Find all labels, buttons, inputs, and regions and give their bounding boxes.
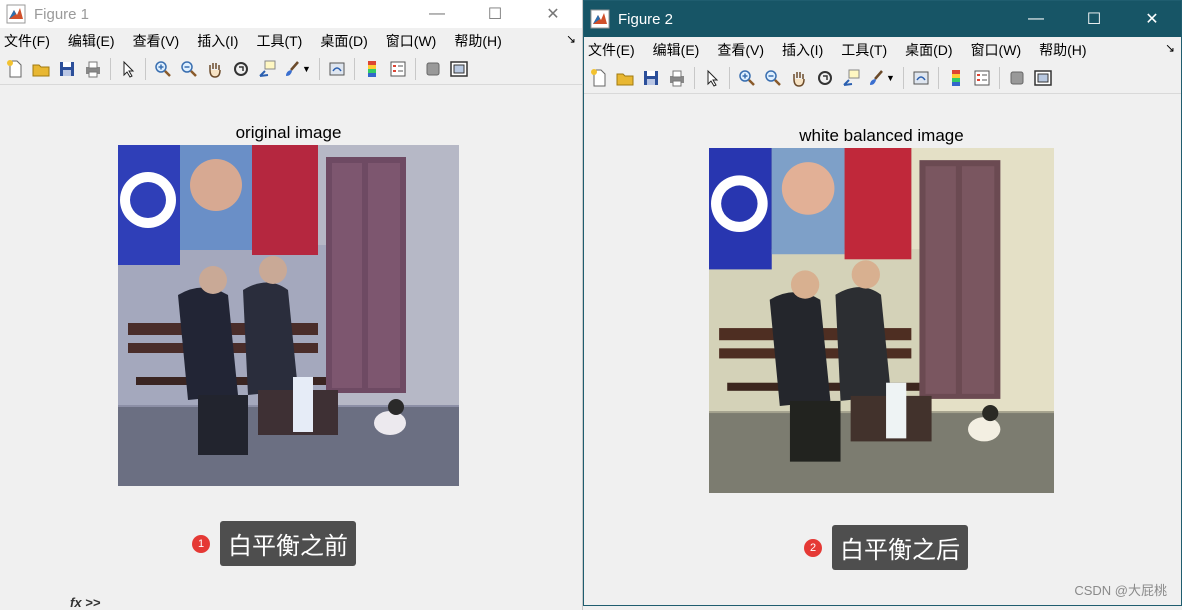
menu-help[interactable]: 帮助(H) (1030, 40, 1095, 60)
link-plot-icon[interactable] (324, 56, 350, 82)
axes-title: white balanced image (799, 126, 964, 145)
menu-view[interactable]: 查看(V) (124, 31, 189, 51)
menu-file[interactable]: 文件(F) (0, 31, 59, 51)
toolbar-separator (902, 67, 904, 89)
menu-view[interactable]: 查看(V) (708, 40, 773, 60)
new-figure-icon[interactable] (2, 56, 28, 82)
menu-dock-arrow-icon[interactable]: ↘ (566, 32, 576, 46)
hide-plot-tools-icon[interactable] (1004, 65, 1030, 91)
axes-title: original image (235, 123, 342, 142)
window-title: Figure 2 (618, 10, 674, 28)
zoom-in-icon[interactable] (734, 65, 760, 91)
data-cursor-icon[interactable] (254, 56, 280, 82)
toolbar-separator (145, 58, 146, 80)
save-icon[interactable] (638, 65, 664, 91)
toolbar: ▼ (584, 63, 1181, 94)
menubar: 文件(E) 编辑(E) 查看(V) 插入(I) 工具(T) 桌面(D) 窗口(W… (584, 37, 1181, 63)
open-file-icon[interactable] (28, 56, 54, 82)
new-figure-icon[interactable] (586, 65, 612, 91)
matlab-icon (6, 4, 26, 24)
menu-edit[interactable]: 编辑(E) (59, 31, 124, 51)
legend-icon[interactable] (385, 56, 411, 82)
menu-edit[interactable]: 编辑(E) (644, 40, 709, 60)
white-balanced-image (709, 148, 1054, 493)
print-icon[interactable] (664, 65, 690, 91)
menu-window[interactable]: 窗口(W) (377, 31, 446, 51)
colorbar-icon[interactable] (943, 65, 969, 91)
rotate-3d-icon[interactable] (812, 65, 838, 91)
step-badge: 1 (192, 534, 210, 553)
figure-2-titlebar[interactable]: Figure 2 — ☐ ✕ (584, 1, 1181, 37)
original-image (118, 145, 459, 486)
street-photo-original (118, 145, 459, 486)
colorbar-icon[interactable] (359, 56, 385, 82)
menu-help[interactable]: 帮助(H) (445, 31, 510, 51)
toolbar: ▼ (0, 54, 582, 85)
menu-insert[interactable]: 插入(I) (188, 31, 247, 51)
command-prompt: fx >> (70, 595, 101, 610)
toolbar-separator (414, 58, 416, 80)
menu-tools[interactable]: 工具(T) (832, 40, 896, 60)
rotate-3d-icon[interactable] (228, 56, 254, 82)
toolbar-separator (318, 58, 320, 80)
toolbar-separator (937, 67, 939, 89)
menu-file[interactable]: 文件(E) (584, 40, 644, 60)
menu-desktop[interactable]: 桌面(D) (311, 31, 376, 51)
minimize-button[interactable]: — (408, 0, 466, 28)
figure-2-window: Figure 2 — ☐ ✕ 文件(E) 编辑(E) 查看(V) 插入(I) 工… (583, 0, 1182, 606)
street-photo-balanced (709, 148, 1054, 493)
zoom-out-icon[interactable] (176, 56, 202, 82)
menubar: 文件(F) 编辑(E) 查看(V) 插入(I) 工具(T) 桌面(D) 窗口(W… (0, 28, 582, 54)
open-file-icon[interactable] (612, 65, 638, 91)
menu-tools[interactable]: 工具(T) (247, 31, 311, 51)
minimize-button[interactable]: — (1007, 1, 1065, 37)
annotation-before: 1 白平衡之前 (192, 521, 356, 566)
close-button[interactable]: ✕ (1123, 1, 1181, 37)
data-cursor-icon[interactable] (838, 65, 864, 91)
watermark: CSDN @大屁桃 (1074, 583, 1167, 598)
toolbar-separator (353, 58, 355, 80)
menu-dock-arrow-icon[interactable]: ↘ (1165, 41, 1175, 55)
menu-insert[interactable]: 插入(I) (773, 40, 832, 60)
pan-hand-icon[interactable] (786, 65, 812, 91)
link-plot-icon[interactable] (908, 65, 934, 91)
select-arrow-icon[interactable] (699, 65, 725, 91)
zoom-in-icon[interactable] (150, 56, 176, 82)
annotation-after: 2 白平衡之后 (804, 525, 968, 570)
print-icon[interactable] (80, 56, 106, 82)
toolbar-separator (694, 67, 695, 89)
hide-plot-tools-icon[interactable] (420, 56, 446, 82)
select-arrow-icon[interactable] (115, 56, 141, 82)
annotation-label: 白平衡之前 (220, 521, 356, 566)
chevron-down-icon[interactable]: ▼ (886, 73, 895, 83)
show-plot-tools-icon[interactable] (1030, 65, 1056, 91)
pan-hand-icon[interactable] (202, 56, 228, 82)
annotation-label: 白平衡之后 (832, 525, 968, 570)
step-badge: 2 (804, 538, 822, 557)
maximize-button[interactable]: ☐ (1065, 1, 1123, 37)
chevron-down-icon[interactable]: ▼ (302, 64, 311, 74)
show-plot-tools-icon[interactable] (446, 56, 472, 82)
figure-1-titlebar[interactable]: Figure 1 — ☐ ✕ (0, 0, 582, 28)
menu-desktop[interactable]: 桌面(D) (896, 40, 961, 60)
maximize-button[interactable]: ☐ (466, 0, 524, 28)
figure-1-window: Figure 1 — ☐ ✕ 文件(F) 编辑(E) 查看(V) 插入(I) 工… (0, 0, 583, 610)
legend-icon[interactable] (969, 65, 995, 91)
menu-window[interactable]: 窗口(W) (962, 40, 1031, 60)
window-title: Figure 1 (34, 5, 90, 23)
toolbar-separator (998, 67, 1000, 89)
close-button[interactable]: ✕ (524, 0, 582, 28)
matlab-icon (590, 9, 610, 29)
save-icon[interactable] (54, 56, 80, 82)
toolbar-separator (729, 67, 730, 89)
zoom-out-icon[interactable] (760, 65, 786, 91)
toolbar-separator (110, 58, 111, 80)
